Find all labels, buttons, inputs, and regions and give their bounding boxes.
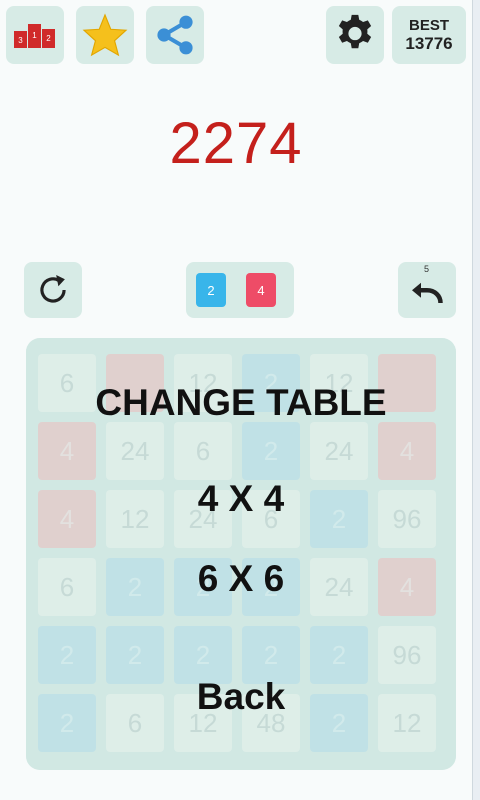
change-table-title: CHANGE TABLE	[95, 382, 387, 423]
best-score-box: BEST 13776	[392, 6, 466, 64]
next-tiles-preview: 2 4	[186, 262, 294, 318]
option-4x4-button[interactable]: 4 X 4	[26, 478, 456, 520]
leaderboard-icon: 3 1 2	[14, 24, 55, 48]
svg-text:2: 2	[46, 34, 51, 43]
undo-icon	[412, 282, 443, 304]
gear-icon	[338, 14, 372, 49]
back-button[interactable]: Back	[26, 676, 456, 718]
best-label: BEST	[408, 16, 449, 34]
undo-count: 5	[424, 264, 430, 274]
share-button[interactable]	[146, 6, 204, 64]
best-value: 13776	[405, 33, 453, 53]
leaderboard-button[interactable]: 3 1 2	[6, 6, 64, 64]
restart-icon	[40, 274, 66, 303]
star-icon	[82, 13, 128, 57]
preview-tile-4: 4	[246, 273, 276, 307]
favorite-button[interactable]	[76, 6, 134, 64]
preview-tile-2: 2	[196, 273, 226, 307]
undo-button[interactable]: 5	[398, 262, 456, 318]
share-icon	[157, 15, 193, 55]
current-score: 2274	[169, 111, 303, 176]
game-board: 6122124246224441224629662222442222296261…	[26, 338, 456, 770]
settings-button[interactable]	[326, 6, 384, 64]
option-6x6-button[interactable]: 6 X 6	[26, 558, 456, 600]
svg-text:1: 1	[32, 31, 37, 40]
game-screen: 3 1 2 BEST 13776 2274 2 4 5 CHANGE TABLE…	[0, 0, 473, 800]
restart-button[interactable]	[24, 262, 82, 318]
svg-text:3: 3	[18, 36, 23, 45]
